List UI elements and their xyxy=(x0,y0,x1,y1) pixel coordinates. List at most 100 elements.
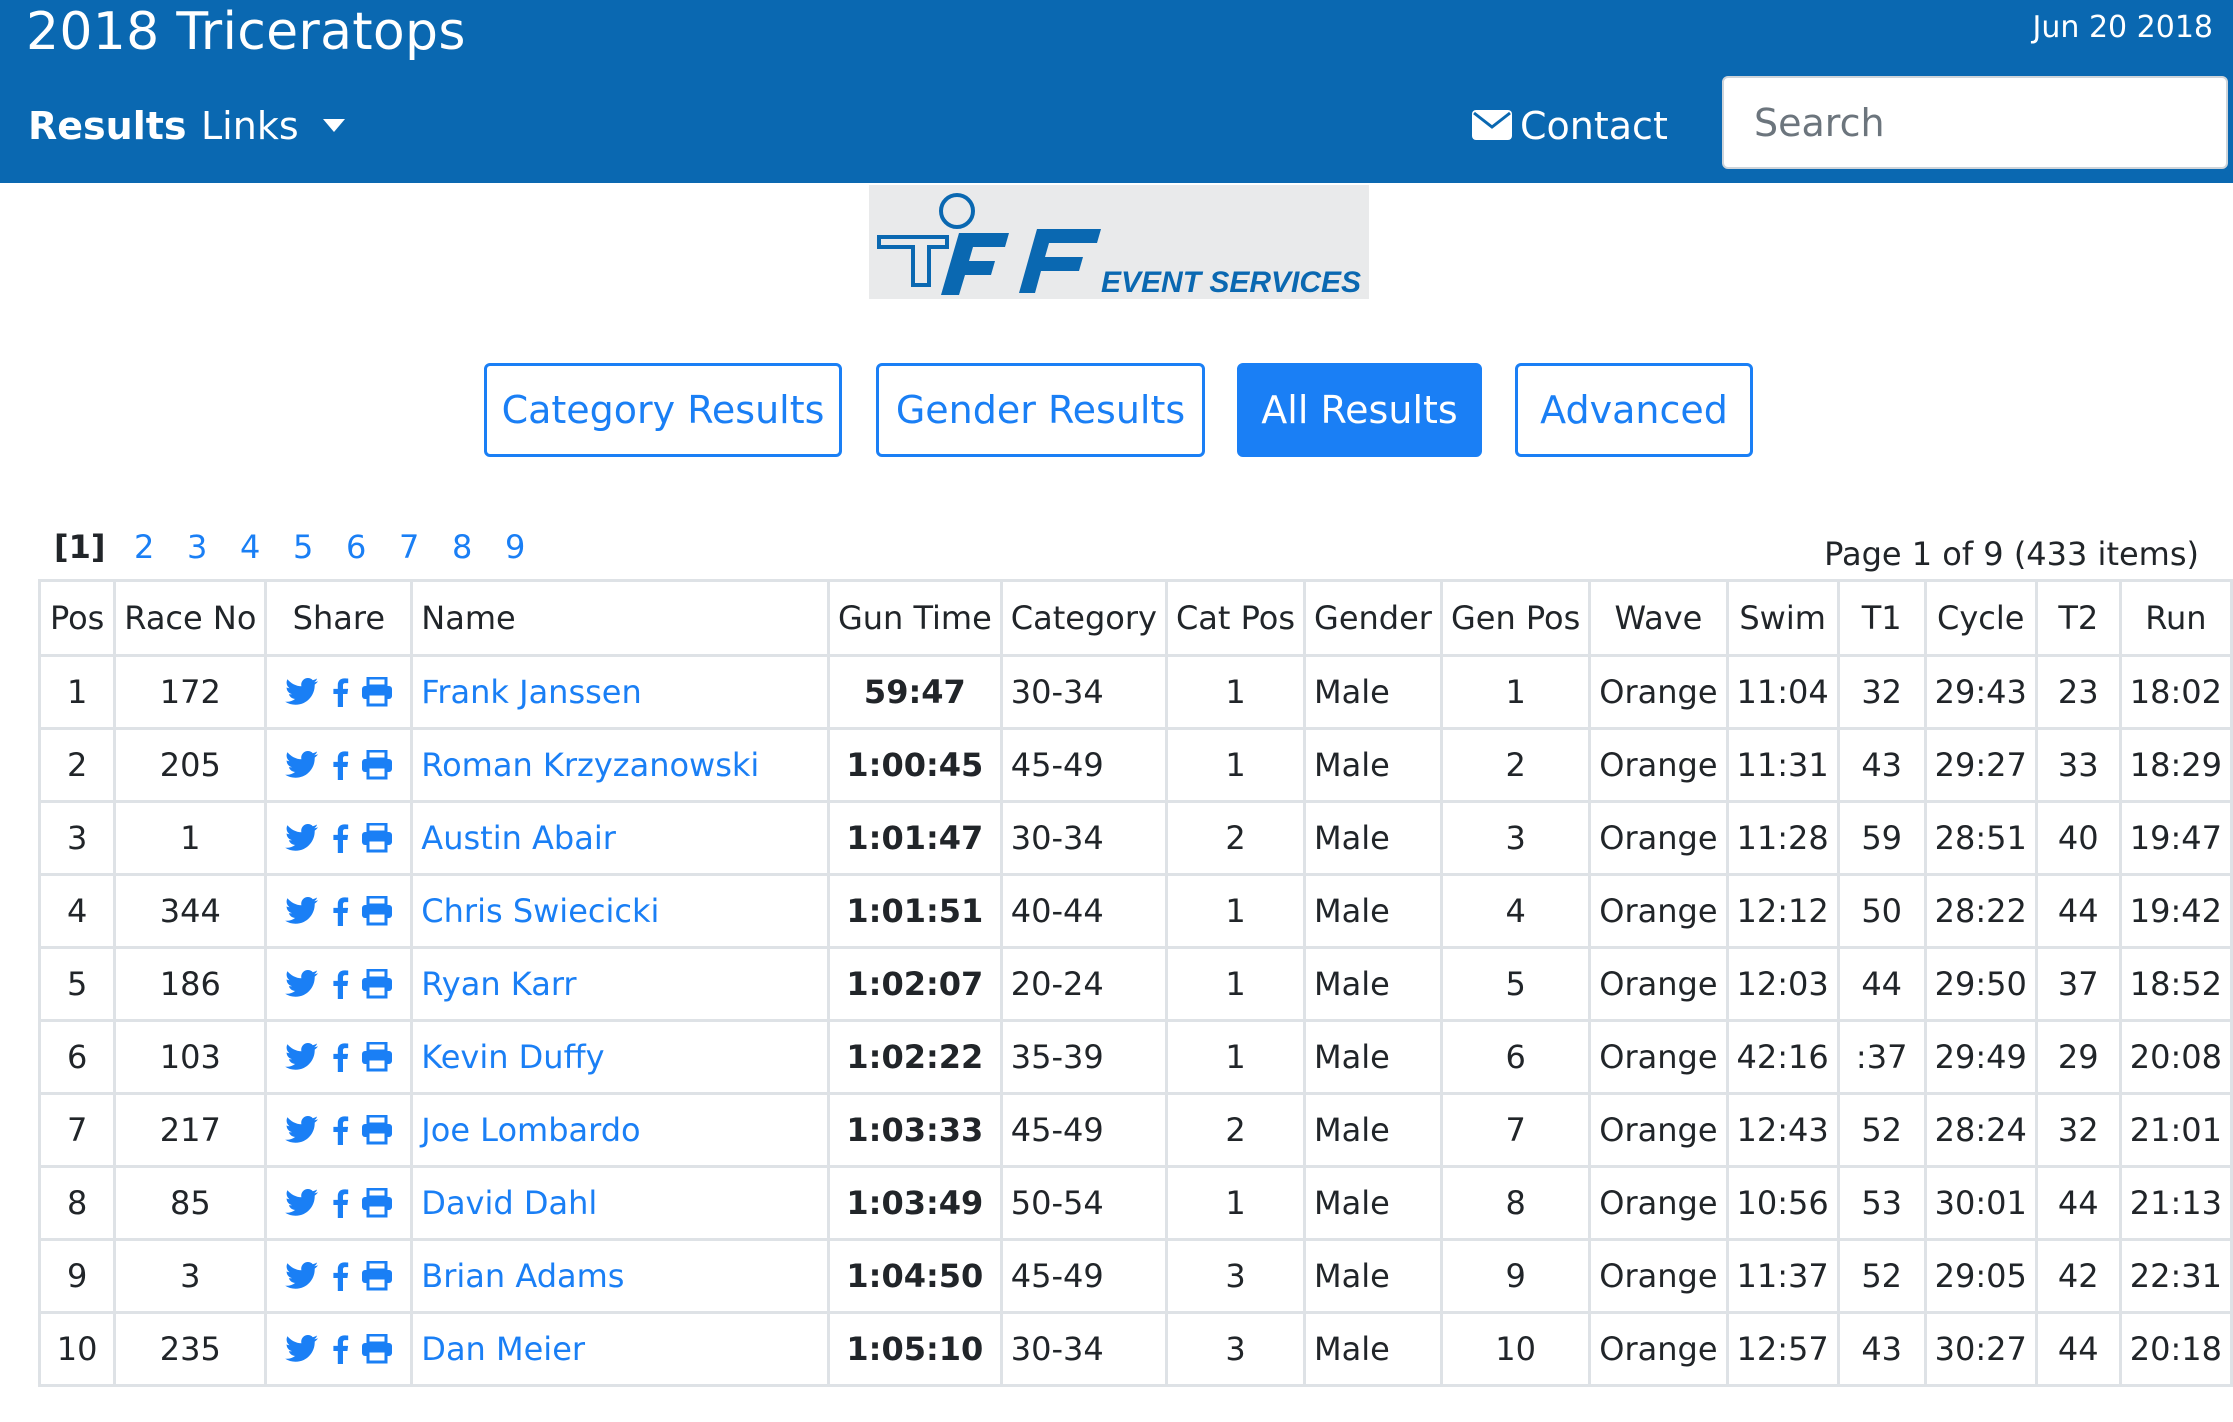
t2-cell: 32 xyxy=(2034,1092,2122,1168)
column-header[interactable]: Swim xyxy=(1725,579,1840,657)
column-header[interactable]: Gender xyxy=(1303,579,1443,657)
athlete-name-link[interactable]: Ryan Karr xyxy=(421,965,576,1003)
twitter-icon[interactable] xyxy=(285,1189,319,1217)
print-icon[interactable] xyxy=(361,969,393,999)
search-input[interactable] xyxy=(1722,76,2228,169)
gun-time-cell: 1:02:07 xyxy=(826,946,1003,1022)
cat-pos-cell: 1 xyxy=(1164,946,1307,1022)
athlete-name-link[interactable]: Dan Meier xyxy=(421,1330,585,1368)
pagination-page-link[interactable]: 3 xyxy=(187,528,207,566)
results-table: Pos Race No Share Name Gun Time Category… xyxy=(37,579,2233,1387)
nav-links-dropdown[interactable]: Links xyxy=(201,104,345,148)
print-icon[interactable] xyxy=(361,1115,393,1145)
facebook-icon[interactable] xyxy=(331,1042,349,1072)
athlete-name-link[interactable]: Roman Krzyzanowski xyxy=(421,746,759,784)
column-header[interactable]: Cycle xyxy=(1923,579,2038,657)
top-navbar: 2018 Triceratops Jun 20 2018 Results Lin… xyxy=(0,0,2233,183)
cycle-cell: 28:24 xyxy=(1923,1092,2038,1168)
twitter-icon[interactable] xyxy=(285,751,319,779)
print-icon[interactable] xyxy=(361,896,393,926)
facebook-icon[interactable] xyxy=(331,1188,349,1218)
share-icons xyxy=(275,1188,402,1218)
gender-results-button[interactable]: Gender Results xyxy=(876,363,1205,457)
gender-cell: Male xyxy=(1303,946,1443,1022)
facebook-icon[interactable] xyxy=(331,969,349,999)
gun-time-cell: 1:00:45 xyxy=(826,727,1003,803)
cycle-cell: 30:01 xyxy=(1923,1165,2038,1241)
print-icon[interactable] xyxy=(361,1188,393,1218)
athlete-name-link[interactable]: Joe Lombardo xyxy=(421,1111,640,1149)
t1-cell: 50 xyxy=(1836,873,1927,949)
print-icon[interactable] xyxy=(361,1334,393,1364)
athlete-name-link[interactable]: David Dahl xyxy=(421,1184,597,1222)
column-header[interactable]: T1 xyxy=(1836,579,1927,657)
facebook-icon[interactable] xyxy=(331,896,349,926)
pagination-page-link[interactable]: 8 xyxy=(452,528,472,566)
cycle-cell: 29:43 xyxy=(1923,654,2038,730)
pagination-page-link[interactable]: 9 xyxy=(505,528,525,566)
twitter-icon[interactable] xyxy=(285,1116,319,1144)
twitter-icon[interactable] xyxy=(285,824,319,852)
pagination-page-link[interactable]: 2 xyxy=(134,528,154,566)
athlete-name-link[interactable]: Austin Abair xyxy=(421,819,616,857)
facebook-icon[interactable] xyxy=(331,677,349,707)
column-header[interactable]: T2 xyxy=(2034,579,2122,657)
table-row: 4 344 Chris Swiecicki 1:01:51 40-44 1 Ma… xyxy=(37,873,2233,949)
wave-cell: Orange xyxy=(1588,1019,1729,1095)
swim-cell: 42:16 xyxy=(1725,1019,1840,1095)
column-header[interactable]: Run xyxy=(2118,579,2233,657)
column-header[interactable]: Name xyxy=(410,579,830,657)
category-cell: 45-49 xyxy=(999,1238,1168,1314)
facebook-icon[interactable] xyxy=(331,1115,349,1145)
pagination-page-link[interactable]: 7 xyxy=(399,528,419,566)
athlete-name-link[interactable]: Kevin Duffy xyxy=(421,1038,604,1076)
twitter-icon[interactable] xyxy=(285,970,319,998)
column-header[interactable]: Pos xyxy=(37,579,117,657)
t2-cell: 29 xyxy=(2034,1019,2122,1095)
table-row: 2 205 Roman Krzyzanowski 1:00:45 45-49 1… xyxy=(37,727,2233,803)
column-header[interactable]: Category xyxy=(999,579,1168,657)
athlete-name-link[interactable]: Brian Adams xyxy=(421,1257,624,1295)
pagination-page-link[interactable]: 6 xyxy=(346,528,366,566)
nav-contact-link[interactable]: Contact xyxy=(1472,104,1668,148)
print-icon[interactable] xyxy=(361,1261,393,1291)
t2-cell: 23 xyxy=(2034,654,2122,730)
facebook-icon[interactable] xyxy=(331,823,349,853)
advanced-button[interactable]: Advanced xyxy=(1515,363,1753,457)
pagination-page-link[interactable]: 4 xyxy=(240,528,260,566)
print-icon[interactable] xyxy=(361,750,393,780)
share-cell xyxy=(264,1238,414,1314)
t1-cell: 52 xyxy=(1836,1238,1927,1314)
facebook-icon[interactable] xyxy=(331,750,349,780)
facebook-icon[interactable] xyxy=(331,1261,349,1291)
column-header[interactable]: Wave xyxy=(1588,579,1729,657)
gen-pos-cell: 10 xyxy=(1439,1311,1592,1387)
column-header[interactable]: Gun Time xyxy=(826,579,1003,657)
facebook-icon[interactable] xyxy=(331,1334,349,1364)
pos-cell: 7 xyxy=(37,1092,117,1168)
print-icon[interactable] xyxy=(361,1042,393,1072)
print-icon[interactable] xyxy=(361,823,393,853)
athlete-name-link[interactable]: Frank Janssen xyxy=(421,673,641,711)
race-no-cell: 186 xyxy=(113,946,268,1022)
cycle-cell: 29:27 xyxy=(1923,727,2038,803)
nav-results-link[interactable]: Results xyxy=(28,104,187,148)
twitter-icon[interactable] xyxy=(285,1335,319,1363)
pagination-page-link[interactable]: 5 xyxy=(293,528,313,566)
twitter-icon[interactable] xyxy=(285,1043,319,1071)
twitter-icon[interactable] xyxy=(285,897,319,925)
twitter-icon[interactable] xyxy=(285,678,319,706)
gun-time-cell: 1:01:51 xyxy=(826,873,1003,949)
column-header[interactable]: Gen Pos xyxy=(1439,579,1592,657)
event-title[interactable]: 2018 Triceratops xyxy=(26,2,466,62)
athlete-name-link[interactable]: Chris Swiecicki xyxy=(421,892,659,930)
print-icon[interactable] xyxy=(361,677,393,707)
twitter-icon[interactable] xyxy=(285,1262,319,1290)
cat-pos-cell: 2 xyxy=(1164,800,1307,876)
column-header[interactable]: Race No xyxy=(113,579,268,657)
all-results-button[interactable]: All Results xyxy=(1237,363,1482,457)
category-results-button[interactable]: Category Results xyxy=(484,363,842,457)
athlete-name-cell: David Dahl xyxy=(410,1165,830,1241)
column-header[interactable]: Cat Pos xyxy=(1164,579,1307,657)
t1-cell: 44 xyxy=(1836,946,1927,1022)
